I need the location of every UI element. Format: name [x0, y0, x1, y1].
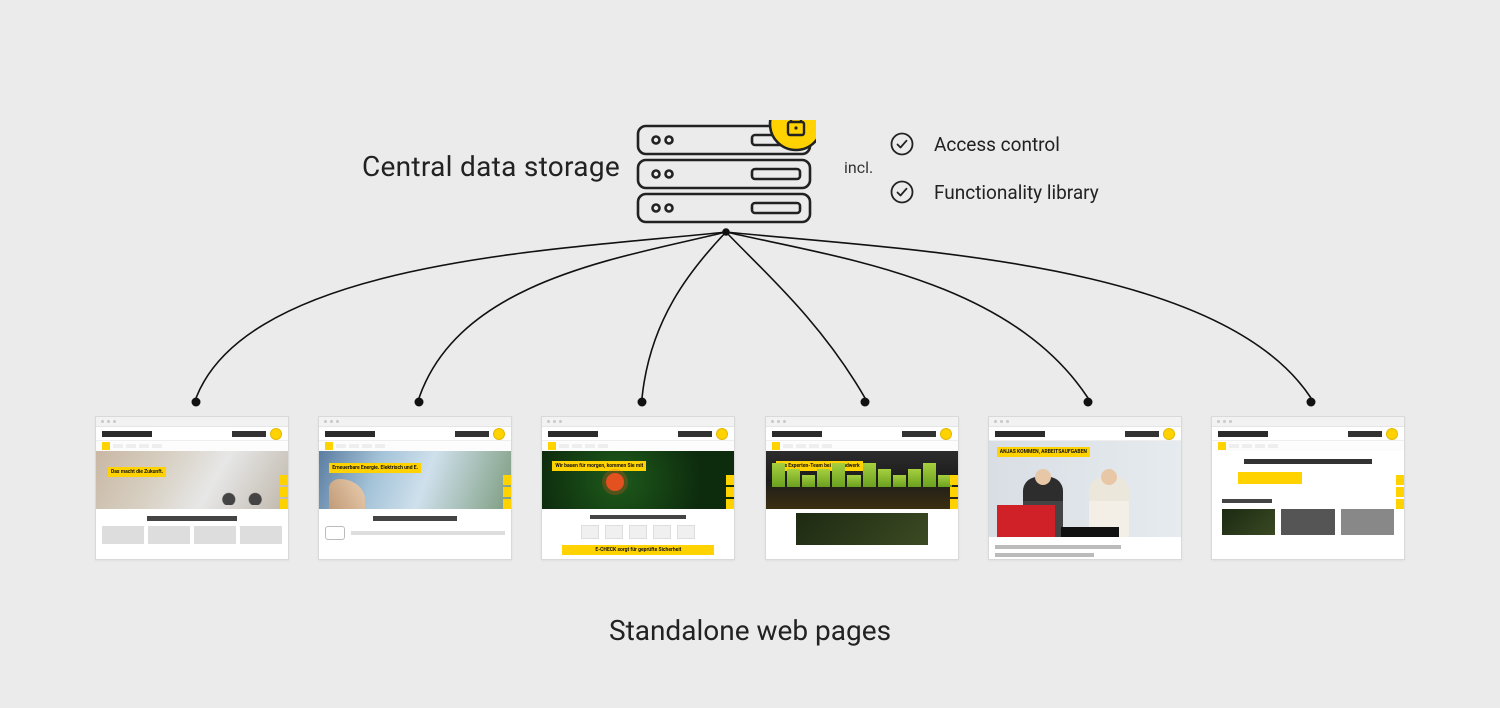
- cta-button: [1238, 472, 1302, 484]
- section-title: [590, 515, 686, 519]
- brand-logo-icon: [1163, 428, 1175, 440]
- brand-logo-icon: [1386, 428, 1398, 440]
- webpage-thumbnail: Wir bauen für morgen, kommen Sie mit E-C…: [541, 416, 735, 560]
- label-central-storage: Central data storage: [0, 150, 620, 183]
- webpage-thumbnail: [1211, 416, 1405, 560]
- feature-item: Functionality library: [890, 180, 1099, 204]
- hero-tag: ANJAS KOMMEN, ARBEITSAUFGABEN: [997, 447, 1090, 457]
- webpage-thumbnail: ANJAS KOMMEN, ARBEITSAUFGABEN: [988, 416, 1182, 560]
- hero-tag: Erneuerbare Energie. Elektrisch und E.: [329, 463, 421, 473]
- webpage-thumbnail: Das Experten-Team bei E-Handwerk: [765, 416, 959, 560]
- section-title: [147, 516, 237, 521]
- check-icon: [890, 132, 914, 156]
- feature-list: Access control Functionality library: [890, 132, 1099, 228]
- server-icon: [636, 120, 816, 230]
- feature-item: Access control: [890, 132, 1099, 156]
- hero-tag: Das macht die Zukunft.: [108, 467, 166, 477]
- hero-tag: Wir bauen für morgen, kommen Sie mit: [552, 461, 646, 471]
- label-incl: incl.: [844, 158, 873, 177]
- brand-logo-icon: [716, 428, 728, 440]
- brand-logo-icon: [270, 428, 282, 440]
- section-title: [1222, 499, 1272, 503]
- feature-label: Access control: [934, 133, 1060, 156]
- section-title: [373, 516, 457, 521]
- label-standalone-pages: Standalone web pages: [0, 614, 1500, 647]
- brand-logo-icon: [940, 428, 952, 440]
- banner: E-CHECK sorgt für geprüfte Sicherheit: [562, 545, 714, 555]
- feature-label: Functionality library: [934, 181, 1099, 204]
- webpage-thumbnail: Das macht die Zukunft.: [95, 416, 289, 560]
- page-title: [1244, 459, 1372, 464]
- thumbnails-row: Das macht die Zukunft. Erneuerbare Energ…: [95, 416, 1405, 560]
- check-icon: [890, 180, 914, 204]
- brand-logo-icon: [493, 428, 505, 440]
- connector-lines: [0, 0, 1500, 708]
- webpage-thumbnail: Erneuerbare Energie. Elektrisch und E.: [318, 416, 512, 560]
- wifi-icon: [606, 473, 624, 491]
